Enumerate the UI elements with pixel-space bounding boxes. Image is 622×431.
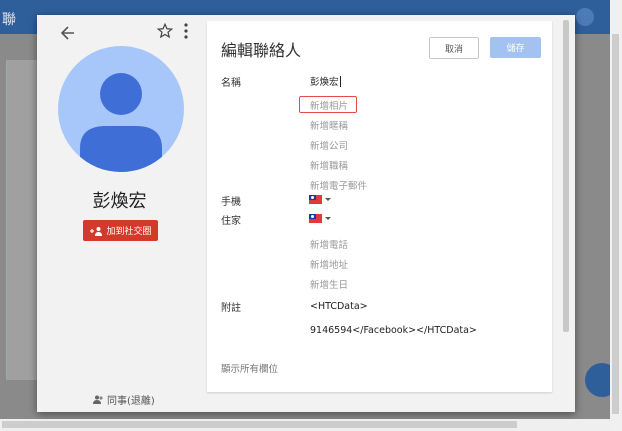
contact-group[interactable]: 同事(退離) [93, 392, 155, 407]
add-address-link[interactable]: 新增地址 [310, 257, 348, 271]
contact-name: 彭煥宏 [92, 191, 147, 212]
more-vert-icon[interactable] [182, 22, 190, 40]
add-to-circles-label: 加到社交圈 [106, 227, 152, 237]
person-icon [80, 73, 162, 172]
taiwan-flag-icon [309, 214, 322, 223]
taiwan-flag-icon [309, 195, 322, 204]
mobile-country-select[interactable] [309, 195, 331, 204]
dropdown-arrow-icon [325, 198, 331, 201]
background-card [6, 60, 37, 380]
name-value: 彭煥宏 [310, 77, 339, 88]
dropdown-arrow-icon [325, 217, 331, 220]
save-button[interactable]: 儲存 [490, 37, 541, 58]
help-icon[interactable] [576, 8, 594, 26]
edit-contact-dialog: 彭煥宏 加到社交圈 同事(退離) 編輯聯絡人 取消 儲存 名稱 彭煥宏 新增相片… [37, 15, 575, 412]
home-label: 住家 [221, 216, 241, 227]
star-icon[interactable] [156, 22, 174, 40]
edit-form-card: 編輯聯絡人 取消 儲存 名稱 彭煥宏 新增相片 新增暱稱 新增公司 新增職稱 新… [207, 21, 552, 392]
app-title[interactable]: 聯 [2, 9, 16, 29]
contact-summary-pane: 彭煥宏 加到社交圈 同事(退離) [37, 15, 202, 412]
back-arrow-icon[interactable] [58, 23, 78, 43]
group-icon [93, 395, 103, 404]
cancel-button[interactable]: 取消 [429, 37, 479, 59]
page-vertical-scrollbar[interactable] [612, 34, 619, 414]
add-photo-link[interactable]: 新增相片 [310, 98, 348, 112]
mobile-label: 手機 [221, 197, 241, 208]
page-horizontal-scrollbar[interactable] [2, 421, 517, 428]
page-title: 編輯聯絡人 [221, 41, 302, 60]
notes-label: 附註 [221, 303, 241, 314]
add-to-circles-button[interactable]: 加到社交圈 [83, 220, 158, 241]
notes-line-1[interactable]: <HTCData> [310, 301, 368, 312]
add-birthday-link[interactable]: 新增生日 [310, 277, 348, 291]
add-nickname-link[interactable]: 新增暱稱 [310, 118, 348, 132]
show-all-fields-link[interactable]: 顯示所有欄位 [221, 361, 278, 375]
avatar[interactable] [58, 46, 184, 172]
dialog-scrollbar[interactable] [563, 20, 569, 332]
name-label: 名稱 [221, 78, 241, 89]
add-title-link[interactable]: 新增職稱 [310, 158, 348, 172]
add-company-link[interactable]: 新增公司 [310, 138, 348, 152]
name-field[interactable]: 彭煥宏 [310, 74, 341, 88]
add-person-icon [90, 226, 103, 236]
text-caret [339, 76, 341, 87]
add-phone-link[interactable]: 新增電話 [310, 237, 348, 251]
add-email-link[interactable]: 新增電子郵件 [310, 178, 367, 192]
home-country-select[interactable] [309, 214, 331, 223]
group-label: 同事(退離) [107, 396, 155, 407]
notes-line-2[interactable]: 9146594</Facebook></HTCData> [310, 325, 477, 336]
